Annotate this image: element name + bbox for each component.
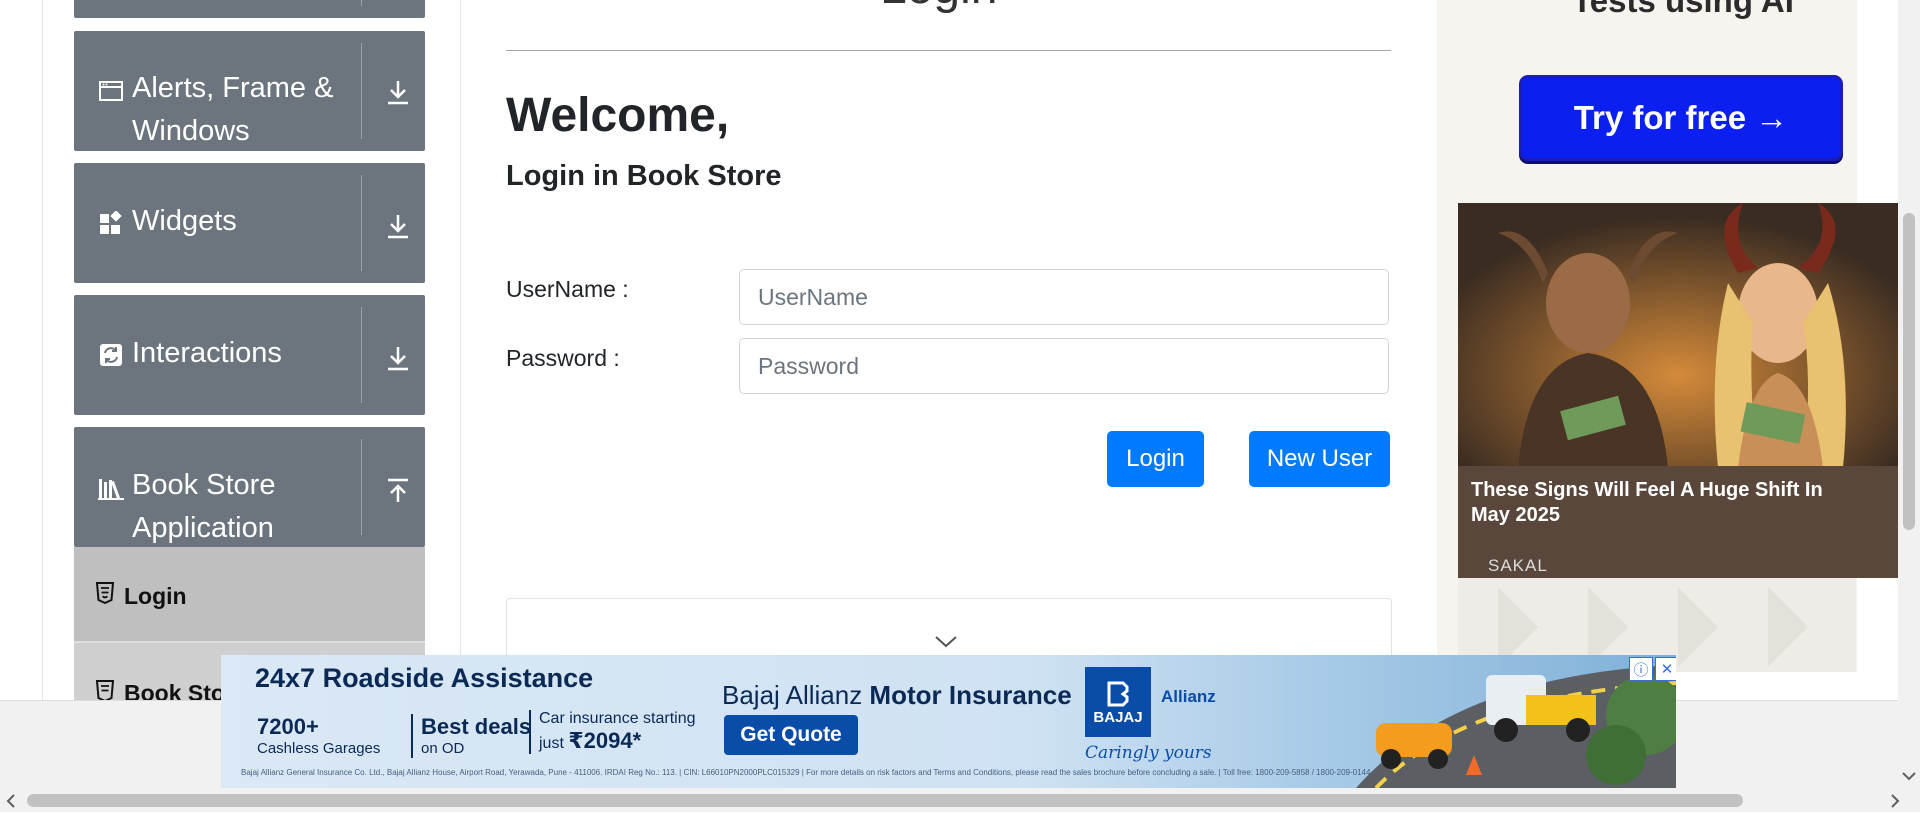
sidebar-group-interactions[interactable]: Interactions xyxy=(74,295,425,415)
widgets-icon xyxy=(98,210,124,236)
bajaj-logo: BAJAJ xyxy=(1085,667,1151,737)
horizontal-scroll-thumb[interactable] xyxy=(27,794,1743,807)
sidebar-divider-right xyxy=(460,0,461,700)
sidebar-group-alerts[interactable]: Alerts, Frame & Windows xyxy=(74,31,425,151)
stat-value: 7200+ xyxy=(257,714,319,739)
ad-illustration xyxy=(1458,203,1898,468)
welcome-heading: Welcome, xyxy=(506,89,730,142)
group-separator xyxy=(361,0,362,6)
chevron-down-icon[interactable] xyxy=(934,635,958,649)
password-input[interactable] xyxy=(739,338,1389,394)
banner-tagline: Caringly yours xyxy=(1085,743,1212,763)
logo-text: BAJAJ xyxy=(1093,708,1143,726)
brand-product: Motor Insurance xyxy=(869,680,1072,710)
stat-caption: Cashless Garages xyxy=(257,740,381,757)
stat-prefix: just xyxy=(539,735,569,752)
sidebar-divider-left xyxy=(42,0,43,700)
sidebar-item-login[interactable]: Login xyxy=(74,547,425,643)
sponsored-card[interactable]: These Signs Will Feel A Huge Shift In Ma… xyxy=(1458,203,1898,578)
sidebar-group-label: Interactions xyxy=(132,337,282,369)
download-icon[interactable] xyxy=(384,344,412,372)
stat-value: Best deals xyxy=(421,714,532,739)
upload-icon[interactable] xyxy=(384,477,412,505)
ad-choices[interactable]: ⓘ ✕ xyxy=(1629,657,1676,681)
banner-fine-print: Bajaj Allianz General Insurance Co. Ltd.… xyxy=(241,768,1371,777)
sidebar-group-previous[interactable] xyxy=(74,0,425,18)
ad-caption: These Signs Will Feel A Huge Shift In Ma… xyxy=(1471,479,1823,526)
stat-caption: on OD xyxy=(421,740,465,757)
stat-price: ₹2094* xyxy=(568,728,642,753)
banner-stat-garages: 7200+ Cashless Garages xyxy=(257,714,380,758)
download-icon[interactable] xyxy=(384,212,412,240)
group-separator xyxy=(361,307,362,403)
html5-icon xyxy=(95,582,116,605)
group-separator xyxy=(361,439,362,535)
sidebar-group-bookstore[interactable]: Book Store Application xyxy=(74,427,425,547)
sidebar-group-widgets[interactable]: Widgets xyxy=(74,163,425,283)
ad-caption-bar: These Signs Will Feel A Huge Shift In Ma… xyxy=(1458,466,1898,578)
banner-stat-price: Car insurance starting just ₹2094* xyxy=(529,710,714,754)
sidebar-item-label: Login xyxy=(124,583,187,609)
stat-caption: Car insurance starting xyxy=(539,710,696,727)
scroll-down-arrow-icon[interactable] xyxy=(1902,768,1916,782)
try-for-free-button[interactable]: Try for free → xyxy=(1519,75,1843,161)
login-button[interactable]: Login xyxy=(1107,431,1204,487)
banner-stat-deals: Best deals on OD xyxy=(411,714,531,758)
download-icon[interactable] xyxy=(384,78,412,106)
html5-icon xyxy=(95,680,116,703)
sidebar-group-label: Alerts, Frame & Windows xyxy=(132,72,334,147)
banner-brand: Bajaj Allianz Motor Insurance xyxy=(722,680,1072,711)
new-user-button[interactable]: New User xyxy=(1249,431,1390,487)
sidebar-group-label: Widgets xyxy=(132,205,237,237)
interactions-icon xyxy=(98,342,124,368)
brand-prefix: Bajaj Allianz xyxy=(722,680,870,710)
vertical-scroll-thumb[interactable] xyxy=(1903,213,1915,530)
username-input[interactable] xyxy=(739,269,1389,325)
scroll-left-arrow-icon[interactable] xyxy=(6,794,16,813)
title-divider xyxy=(506,50,1391,51)
allianz-logo: Allianz xyxy=(1161,687,1216,706)
password-label: Password : xyxy=(506,345,620,371)
page-title: Login xyxy=(880,0,997,15)
group-separator xyxy=(361,43,362,139)
get-quote-button[interactable]: Get Quote xyxy=(724,715,858,755)
close-icon[interactable]: ✕ xyxy=(1655,657,1676,681)
group-separator xyxy=(361,175,362,271)
scroll-right-arrow-icon[interactable] xyxy=(1890,794,1900,813)
sidebar-group-label: Book Store Application xyxy=(132,469,276,544)
bookshelf-icon xyxy=(98,475,124,501)
ad-source: SAKAL xyxy=(1488,556,1548,575)
ad-headline: Tests using AI xyxy=(1572,0,1794,19)
bottom-banner-ad[interactable]: 24x7 Roadside Assistance 7200+ Cashless … xyxy=(221,655,1676,788)
info-icon[interactable]: ⓘ xyxy=(1629,657,1653,681)
window-icon xyxy=(98,78,124,104)
login-subtitle: Login in Book Store xyxy=(506,160,782,192)
bajaj-logo-icon xyxy=(1107,681,1129,706)
username-label: UserName : xyxy=(506,276,629,302)
banner-headline: 24x7 Roadside Assistance xyxy=(255,663,594,693)
